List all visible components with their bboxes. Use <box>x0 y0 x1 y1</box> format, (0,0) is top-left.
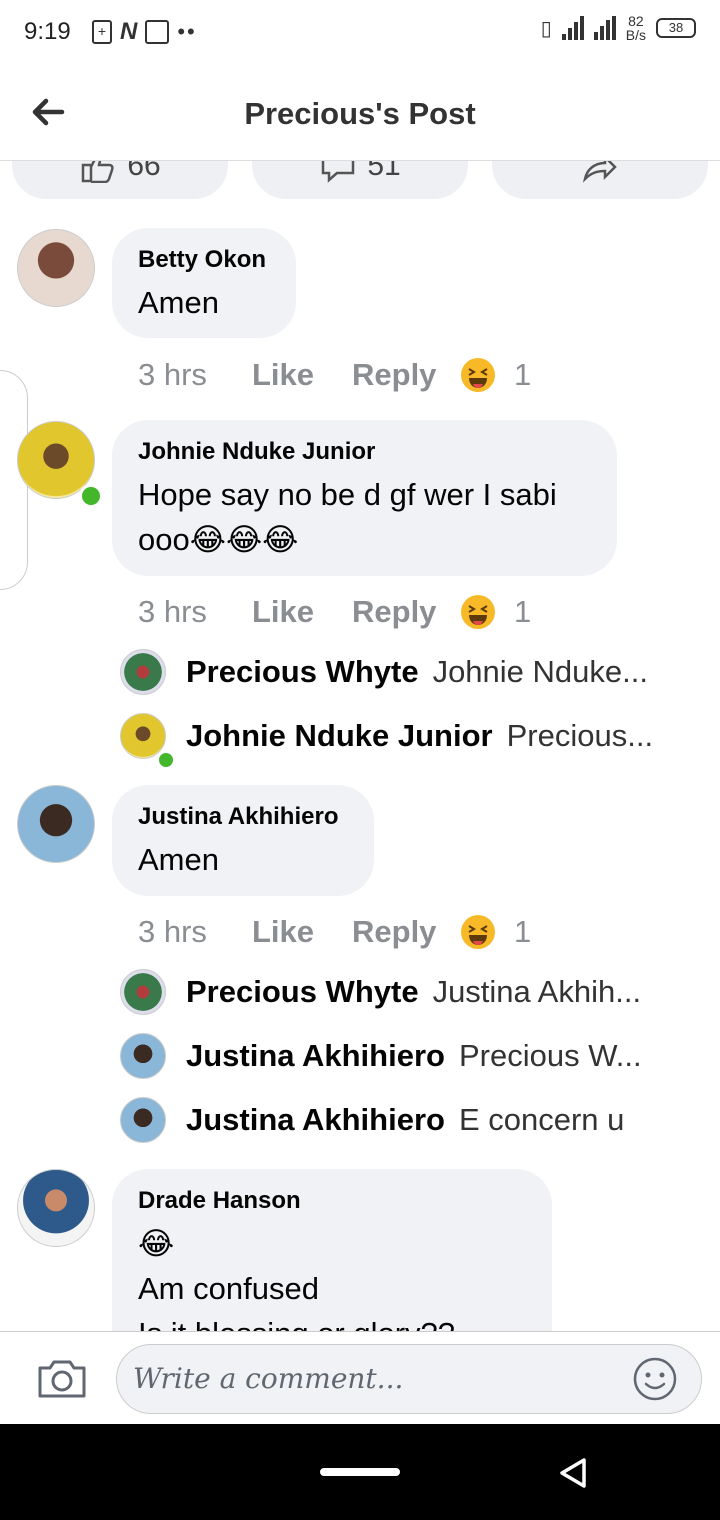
comment-text: Amen <box>138 285 219 320</box>
like-button[interactable]: Like <box>252 914 352 950</box>
haha-reaction-icon[interactable] <box>460 357 496 393</box>
signal-h-icon <box>593 16 616 40</box>
comment-bubble[interactable]: Johnie Nduke Junior Hope say no be d gf … <box>112 420 617 576</box>
comment-bubble[interactable]: Betty Okon Amen <box>112 228 296 338</box>
reply-preview[interactable]: Justina Akhihiero E concern u <box>120 1097 624 1143</box>
online-indicator <box>156 750 176 770</box>
avatar[interactable] <box>17 229 95 307</box>
comment-actions: 3 hrs Like Reply 1 <box>138 594 531 630</box>
nav-back-icon[interactable] <box>556 1456 590 1490</box>
reply-preview[interactable]: Johnie Nduke Junior Precious... <box>120 713 653 759</box>
online-indicator <box>79 484 103 508</box>
share-icon <box>582 161 617 183</box>
comment-text: Hope say no be d gf wer I sabi ooo😂😂😂 <box>138 477 557 557</box>
signal-icon <box>561 16 584 40</box>
comment-icon <box>322 161 355 183</box>
notification-icons: + N •• <box>92 18 197 46</box>
comment-bubble[interactable]: Drade Hanson 😂 Am confused Is it blessin… <box>112 1169 552 1331</box>
share-button[interactable] <box>492 161 708 199</box>
comment-count: 51 <box>367 161 401 182</box>
reply-button[interactable]: Reply <box>352 357 460 393</box>
image-icon <box>145 20 170 44</box>
comment-emoji: 😂 <box>138 1226 175 1261</box>
comment-actions: 3 hrs Like Reply 1 <box>138 357 531 393</box>
comment-composer: Write a comment... <box>0 1331 720 1425</box>
system-nav-bar <box>0 1424 720 1520</box>
comment-author[interactable]: Betty Okon <box>138 246 270 274</box>
reply-preview[interactable]: Precious Whyte Johnie Nduke... <box>120 649 648 695</box>
like-button[interactable]: Like <box>252 594 352 630</box>
reply-text: Precious W... <box>458 1038 642 1073</box>
haha-reaction-icon[interactable] <box>460 914 496 950</box>
thumbs-up-icon <box>82 161 114 183</box>
comment-text-cut: Is it blessing or glory?? <box>138 1311 526 1331</box>
n-app-icon: N <box>120 18 138 45</box>
comment-author[interactable]: Johnie Nduke Junior <box>138 438 591 466</box>
comments-feed[interactable]: 66 51 Betty Okon Amen 3 hrs Like Reply 1… <box>0 161 720 1331</box>
comment-author[interactable]: Justina Akhihiero <box>138 803 348 831</box>
avatar[interactable] <box>17 1169 95 1247</box>
comment-time: 3 hrs <box>138 357 207 392</box>
camera-icon[interactable] <box>36 1356 88 1400</box>
comment-actions: 3 hrs Like Reply 1 <box>138 914 531 950</box>
home-gesture-bar[interactable] <box>320 1468 400 1476</box>
reply-preview[interactable]: Justina Akhihiero Precious W... <box>120 1033 642 1079</box>
like-count-button[interactable]: 66 <box>12 161 228 199</box>
comment-time: 3 hrs <box>138 914 207 949</box>
reply-text: Justina Akhih... <box>432 974 642 1009</box>
battery-saver-icon: + <box>92 20 112 44</box>
comment-time: 3 hrs <box>138 594 207 629</box>
comment-input[interactable]: Write a comment... <box>116 1344 702 1414</box>
reply-text: E concern u <box>458 1102 625 1137</box>
emoji-picker-icon[interactable] <box>632 1356 678 1402</box>
status-bar: 9:19 + N •• ▯ 82 B/s 38 <box>0 0 720 64</box>
comment-count-button[interactable]: 51 <box>252 161 468 199</box>
avatar <box>120 1033 166 1079</box>
avatar <box>120 649 166 695</box>
comment-text: Am confused <box>138 1271 319 1306</box>
reaction-count: 1 <box>514 914 532 949</box>
comment-author[interactable]: Drade Hanson <box>138 1187 526 1215</box>
like-button[interactable]: Like <box>252 357 352 393</box>
vibrate-icon: ▯ <box>540 17 552 40</box>
reply-text: Johnie Nduke... <box>432 654 648 689</box>
like-count: 66 <box>127 161 161 182</box>
reply-button[interactable]: Reply <box>352 594 460 630</box>
reply-text: Precious... <box>506 718 654 753</box>
reply-button[interactable]: Reply <box>352 914 460 950</box>
comment-text: Amen <box>138 842 219 877</box>
system-icons: ▯ 82 B/s 38 <box>541 14 696 42</box>
reply-author: Justina Akhihiero <box>186 1038 445 1073</box>
comment-bubble[interactable]: Justina Akhihiero Amen <box>112 785 374 896</box>
avatar <box>120 969 166 1015</box>
reaction-count: 1 <box>514 594 532 629</box>
reply-author: Precious Whyte <box>186 974 419 1009</box>
status-time: 9:19 <box>24 18 71 45</box>
reply-author: Justina Akhihiero <box>186 1102 445 1137</box>
reply-author: Johnie Nduke Junior <box>186 718 493 753</box>
reply-author: Precious Whyte <box>186 654 419 689</box>
page-title: Precious's Post <box>244 96 476 131</box>
net-speed: 82 B/s <box>625 13 646 43</box>
app-bar: Precious's Post <box>0 64 720 161</box>
avatar[interactable] <box>17 785 95 863</box>
more-notifications-icon: •• <box>177 19 197 44</box>
avatar <box>120 1097 166 1143</box>
haha-reaction-icon[interactable] <box>460 594 496 630</box>
reply-preview[interactable]: Precious Whyte Justina Akhih... <box>120 969 641 1015</box>
battery-icon: 38 <box>656 18 696 38</box>
reaction-count: 1 <box>514 357 532 392</box>
